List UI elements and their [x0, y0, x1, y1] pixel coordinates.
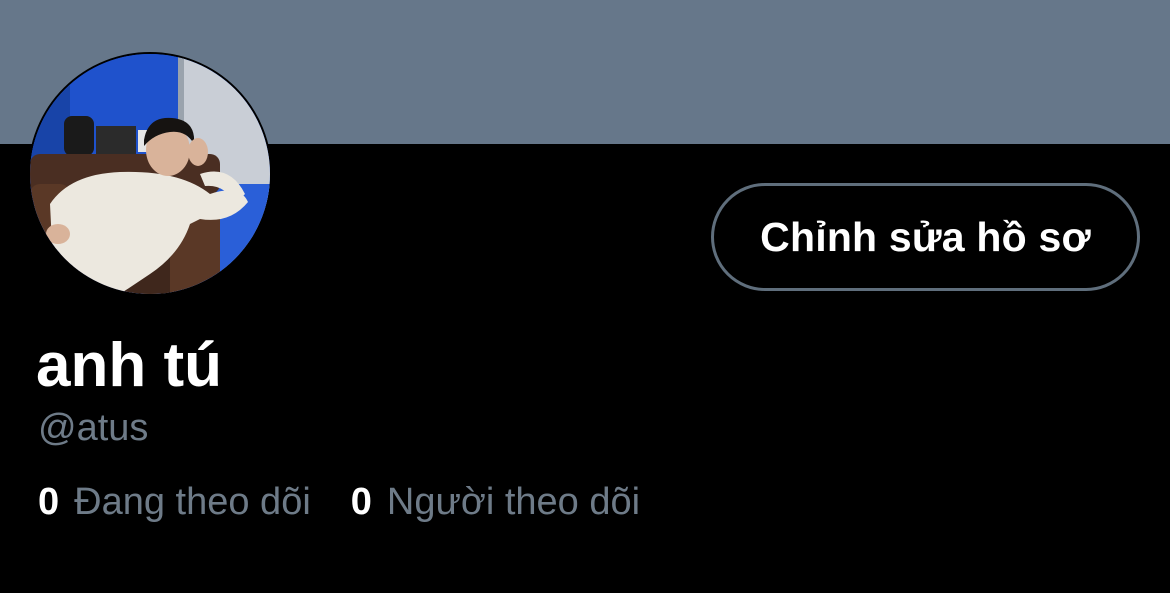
followers-stat-link[interactable]: 0 Người theo dõi [351, 478, 640, 526]
followers-label: Người theo dõi [386, 481, 641, 523]
following-label: Đang theo dõi [74, 481, 311, 523]
profile-stats: 0 Đang theo dõi 0 Người theo dõi [38, 478, 640, 526]
profile-page: Chỉnh sửa hồ sơ anh tú @atus 0 Đang theo… [0, 0, 1170, 593]
edit-profile-button[interactable]: Chỉnh sửa hồ sơ [711, 183, 1140, 291]
avatar-photo [30, 54, 270, 294]
profile-avatar[interactable] [28, 52, 272, 296]
followers-count: 0 [350, 481, 372, 523]
profile-display-name: anh tú [36, 331, 222, 400]
profile-handle: @atus [38, 407, 149, 449]
following-stat-link[interactable]: 0 Đang theo dõi [38, 478, 311, 526]
following-count: 0 [38, 481, 60, 523]
